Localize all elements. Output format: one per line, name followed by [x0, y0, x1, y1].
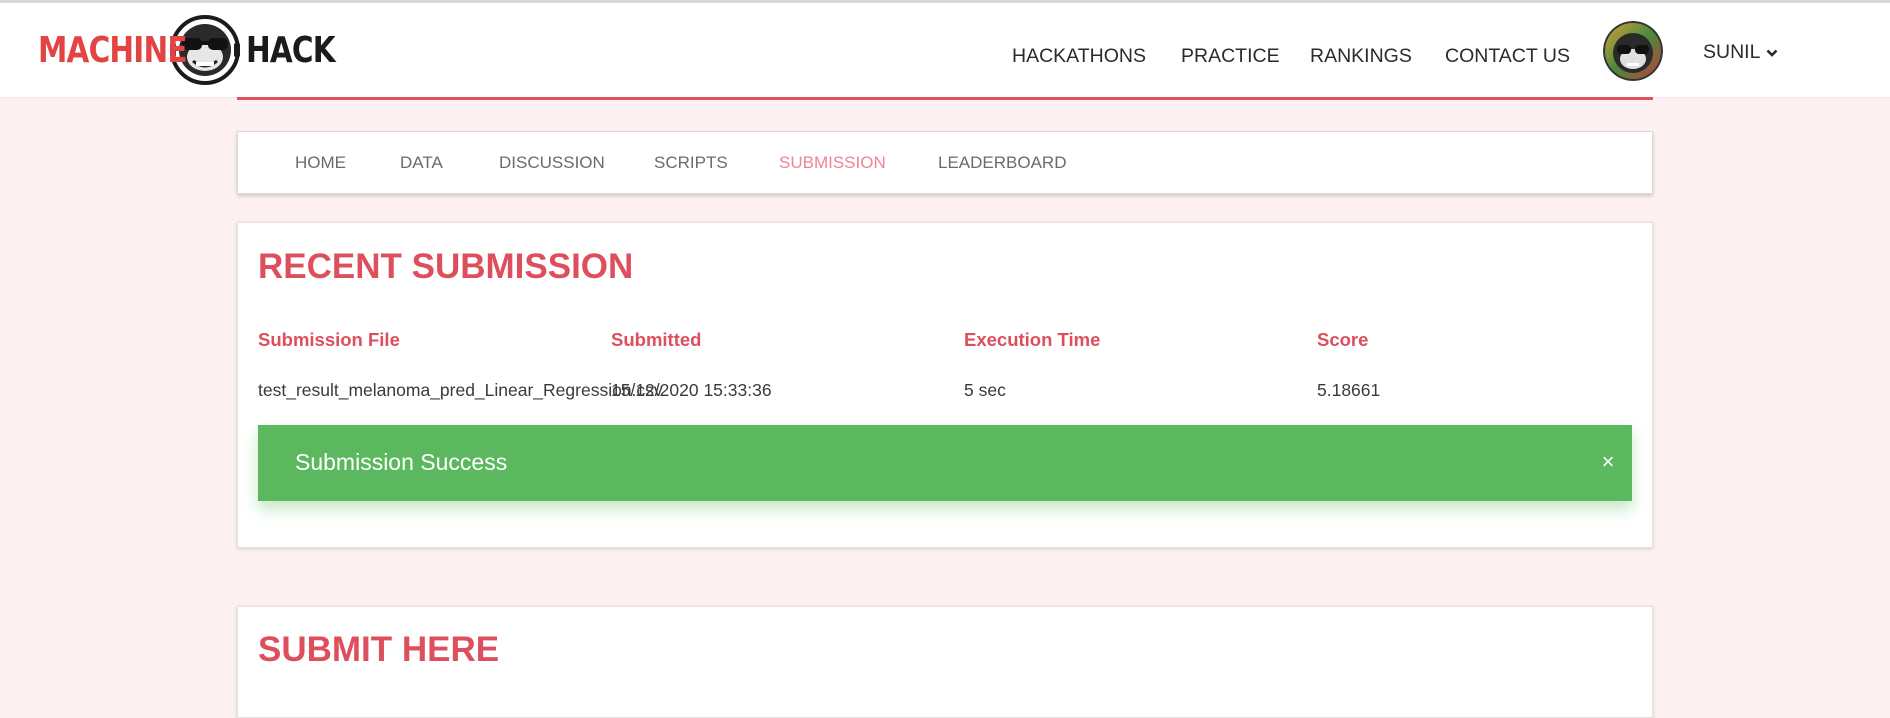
tab-data[interactable]: DATA — [400, 153, 443, 173]
nav-practice[interactable]: PRACTICE — [1181, 45, 1280, 68]
column-header-file: Submission File — [258, 329, 400, 350]
alert-message: Submission Success — [295, 449, 508, 475]
logo-text-machine: MACHINE — [38, 29, 188, 71]
chevron-down-icon — [1767, 49, 1778, 57]
nav-rankings[interactable]: RANKINGS — [1310, 45, 1412, 68]
column-header-execution-time: Execution Time — [964, 329, 1101, 350]
cell-score: 5.18661 — [1317, 380, 1381, 400]
tab-home[interactable]: HOME — [295, 153, 346, 173]
user-avatar[interactable] — [1603, 21, 1663, 81]
recent-submission-card: RECENT SUBMISSION Submission File Submit… — [237, 222, 1653, 548]
success-alert: Submission Success × — [258, 425, 1632, 501]
tab-discussion[interactable]: DISCUSSION — [499, 153, 605, 173]
cell-submission-file: test_result_melanoma_pred_Linear_Regress… — [258, 380, 663, 400]
cell-submitted: 15/12/2020 15:33:36 — [611, 380, 772, 400]
column-header-score: Score — [1317, 329, 1369, 350]
user-name: SUNIL — [1703, 41, 1761, 63]
cell-execution-time: 5 sec — [964, 380, 1006, 400]
column-header-submitted: Submitted — [611, 329, 702, 350]
close-icon[interactable]: × — [1596, 449, 1620, 475]
tab-leaderboard[interactable]: LEADERBOARD — [938, 153, 1066, 173]
submit-here-card: SUBMIT HERE — [237, 606, 1653, 718]
tab-submission[interactable]: SUBMISSION — [779, 153, 886, 173]
submit-here-title: SUBMIT HERE — [258, 630, 500, 669]
tab-scripts[interactable]: SCRIPTS — [654, 153, 728, 173]
nav-hackathons[interactable]: HACKATHONS — [1012, 45, 1146, 68]
site-header: MACHINE HACK HACKATHONS PRACTICE RANKING… — [0, 3, 1890, 98]
nav-contact-us[interactable]: CONTACT US — [1445, 45, 1570, 68]
recent-submission-title: RECENT SUBMISSION — [258, 247, 634, 286]
user-menu[interactable]: SUNIL — [1703, 41, 1778, 64]
header-accent-line — [237, 97, 1653, 100]
machinehack-logo[interactable]: MACHINE HACK — [38, 13, 336, 87]
logo-text-hack: HACK — [246, 29, 336, 71]
hackathon-tabs: HOME DATA DISCUSSION SCRIPTS SUBMISSION … — [237, 131, 1653, 194]
